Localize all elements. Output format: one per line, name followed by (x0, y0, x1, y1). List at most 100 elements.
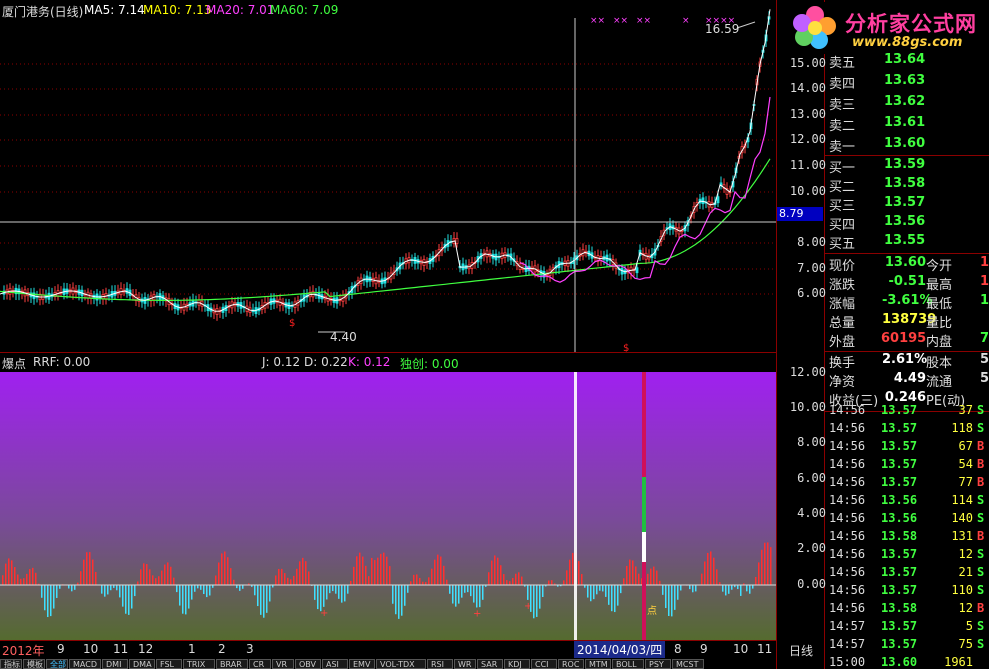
tab-cci[interactable]: CCI (531, 659, 557, 669)
tick-time: 14:56 (829, 403, 866, 417)
tab-dma[interactable]: DMA (129, 659, 155, 669)
indicator-bar (413, 574, 415, 585)
stat-label: 总量 (829, 316, 856, 331)
tick-row: 15:00 13.60 1961 (829, 655, 989, 669)
tab-boll[interactable]: BOLL (612, 659, 644, 669)
indicator-bar (701, 573, 703, 585)
indicator-bar (371, 557, 373, 585)
tab-emv[interactable]: EMV (349, 659, 375, 669)
indicator-bar (188, 585, 190, 609)
tick-price: 13.58 (881, 529, 918, 543)
tick-time: 14:56 (829, 439, 866, 453)
panel-divider (825, 253, 989, 254)
tab-roc[interactable]: ROC (558, 659, 584, 669)
indicator-bar (347, 585, 349, 594)
ma60-value: MA60: 7.09 (270, 3, 339, 17)
period-label[interactable]: 日线 (789, 642, 813, 659)
high-annotation: 16.59 (705, 22, 740, 36)
indicator-bar (2, 575, 4, 585)
tick-price: 13.57 (881, 457, 918, 471)
tick-time: 14:56 (829, 601, 866, 615)
indicator-bar (143, 563, 145, 585)
ma5-value: MA5: 7.14 (84, 3, 145, 17)
indicator-bar (182, 585, 184, 614)
tick-price: 13.57 (881, 475, 918, 489)
bid-row: 买四 13.56 (829, 214, 989, 233)
tab-asi[interactable]: ASI (322, 659, 348, 669)
tab-wr[interactable]: WR (454, 659, 476, 669)
tick-price: 13.58 (881, 601, 918, 615)
ask-label: 卖一 (829, 140, 856, 155)
tab-trix[interactable]: TRIX (183, 659, 215, 669)
tick-side: B (977, 475, 985, 489)
tick-price: 13.57 (881, 439, 918, 453)
indicator-bar (383, 552, 385, 585)
indicator-bar (635, 566, 637, 585)
indicator-bar (230, 568, 232, 585)
tick-price: 13.56 (881, 493, 918, 507)
tab-rsi[interactable]: RSI (427, 659, 453, 669)
stat-row: 涨幅 -3.61% 最低 1 (829, 293, 989, 312)
indicator-bar (116, 585, 118, 591)
tab-sar[interactable]: SAR (477, 659, 503, 669)
tab-obv[interactable]: OBV (295, 659, 321, 669)
indicator-bar (713, 557, 715, 585)
indicator-chart[interactable]: + ++ 点 (0, 372, 776, 640)
indicator-bar (668, 585, 670, 616)
rrf-value: RRF: 0.00 (33, 355, 91, 369)
tab-mcst[interactable]: MCST (672, 659, 704, 669)
tick-row: 14:57 13.57 75 S (829, 637, 989, 655)
tab-指标[interactable]: 指标 (0, 659, 22, 669)
ask-price: 13.61 (884, 115, 926, 130)
indicator-bar (20, 578, 22, 585)
stat-value: 1 (980, 255, 989, 270)
indicator-bar (758, 562, 760, 585)
date-axis-label: 3 (246, 642, 254, 656)
tick-price: 13.57 (881, 637, 918, 651)
price-chart[interactable]: ×× ×× ×× × ×××× $ $ (0, 0, 776, 352)
tab-kdj[interactable]: KDJ (504, 659, 530, 669)
tab-模板[interactable]: 模板 (23, 659, 45, 669)
tab-全部[interactable]: 全部 (46, 659, 68, 669)
tab-fsl[interactable]: FSL (156, 659, 182, 669)
tab-vol-tdx[interactable]: VOL-TDX (376, 659, 426, 669)
indicator-bar (263, 585, 265, 618)
indicator-bar (539, 585, 541, 609)
tick-time: 14:56 (829, 493, 866, 507)
indicator-bar (569, 559, 571, 585)
tab-dmi[interactable]: DMI (102, 659, 128, 669)
tick-row: 14:56 13.57 37 S (829, 403, 989, 421)
indicator-bar (254, 585, 256, 596)
tab-psy[interactable]: PSY (645, 659, 671, 669)
tick-price: 13.57 (881, 565, 918, 579)
tick-volume: 5 (965, 619, 973, 633)
s-marker: $ (289, 318, 295, 329)
crosshair-band (574, 372, 577, 640)
tab-brar[interactable]: BRAR (216, 659, 248, 669)
tick-side: S (977, 583, 985, 597)
indicator-bar (176, 585, 178, 593)
tick-time: 15:00 (829, 655, 866, 669)
indicator-bar (536, 585, 538, 617)
indicator-bar (665, 585, 667, 609)
cursor-price-label: 8.79 (777, 207, 823, 221)
ask-row: 卖四 13.63 (829, 73, 989, 92)
date-axis-label: 10 (733, 642, 749, 656)
price-axis-label: 8.00 (797, 235, 826, 249)
indicator-bar (596, 585, 598, 595)
bid-row: 买三 13.57 (829, 195, 989, 214)
tab-macd[interactable]: MACD (69, 659, 101, 669)
tab-vr[interactable]: VR (272, 659, 294, 669)
indicator-bar (473, 585, 475, 603)
s-marker: $ (623, 343, 629, 352)
indicator-bar (344, 585, 346, 602)
tab-mtm[interactable]: MTM (585, 659, 611, 669)
candle-body (716, 196, 720, 204)
indicator-bar (599, 585, 601, 591)
indicator-bar (74, 585, 76, 590)
indicator-bar (446, 579, 448, 585)
low-annotation: 4.40 (330, 330, 357, 344)
price-axis-label: 15.00 (789, 56, 826, 70)
ma5-line (0, 9, 771, 312)
tab-cr[interactable]: CR (249, 659, 271, 669)
